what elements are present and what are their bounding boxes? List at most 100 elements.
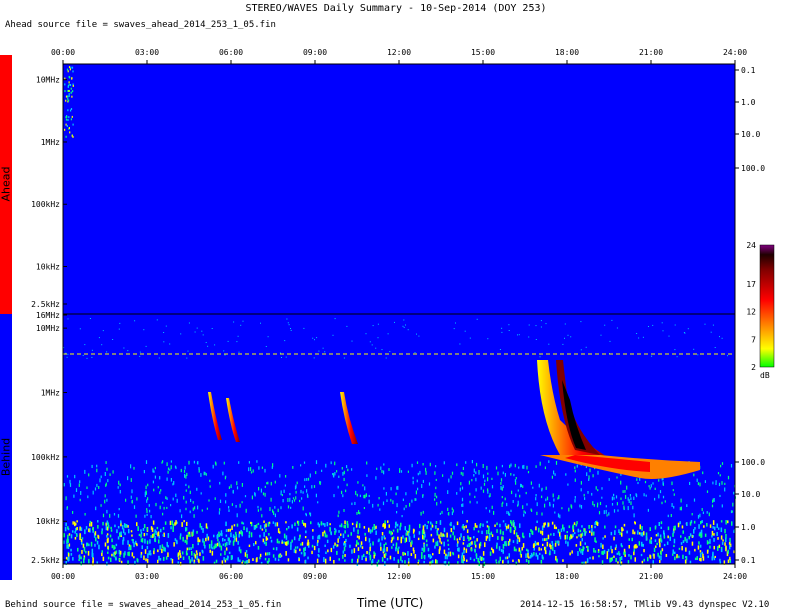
noise-pixel [105, 482, 107, 486]
noise-pixel [180, 333, 182, 335]
noise-pixel [509, 528, 512, 533]
noise-pixel [636, 494, 638, 498]
noise-pixel [267, 522, 270, 527]
noise-pixel [280, 490, 282, 493]
noise-pixel [624, 554, 626, 557]
noise-pixel [95, 506, 97, 511]
noise-pixel [496, 522, 498, 526]
noise-pixel [163, 546, 165, 552]
noise-pixel [260, 322, 261, 324]
noise-pixel [380, 546, 382, 551]
noise-pixel [674, 324, 676, 326]
noise-pixel [208, 544, 211, 549]
noise-pixel [92, 527, 94, 532]
noise-pixel [650, 484, 652, 488]
noise-pixel [567, 334, 569, 336]
noise-pixel [124, 532, 126, 536]
noise-pixel [343, 477, 345, 482]
noise-pixel [144, 538, 146, 544]
noise-pixel [474, 495, 476, 499]
noise-pixel [169, 468, 171, 471]
noise-pixel [123, 523, 126, 528]
noise-pixel [74, 537, 77, 540]
noise-pixel [589, 556, 591, 560]
noise-pixel [285, 356, 287, 358]
noise-pixel [291, 524, 293, 529]
noise-pixel [277, 528, 280, 533]
noise-pixel [175, 539, 178, 544]
noise-pixel [351, 340, 353, 342]
noise-pixel [460, 482, 462, 486]
noise-pixel [104, 499, 106, 504]
noise-pixel [674, 551, 676, 555]
noise-pixel [727, 549, 729, 554]
noise-pixel [110, 529, 113, 532]
noise-pixel [569, 552, 571, 556]
noise-pixel [549, 503, 551, 507]
noise-pixel [147, 483, 149, 487]
noise-pixel [395, 542, 398, 545]
noise-pixel [453, 328, 455, 330]
noise-pixel [220, 553, 222, 556]
noise-pixel [86, 357, 88, 359]
noise-pixel [526, 465, 528, 470]
noise-pixel [404, 539, 406, 543]
noise-pixel [491, 485, 494, 489]
x-tick-label-top: 00:00 [51, 48, 75, 57]
noise-pixel [236, 513, 238, 518]
noise-pixel [502, 536, 504, 540]
noise-pixel [440, 541, 443, 545]
noise-pixel [447, 551, 450, 557]
noise-pixel [660, 537, 662, 542]
noise-pixel [506, 556, 509, 560]
noise-pixel [476, 538, 478, 542]
noise-pixel [611, 319, 613, 321]
noise-pixel [186, 521, 188, 526]
noise-pixel [626, 485, 628, 490]
noise-pixel [94, 543, 96, 547]
noise-pixel [250, 521, 252, 524]
noise-pixel [117, 526, 120, 529]
noise-pixel [380, 466, 382, 470]
noise-pixel [79, 498, 81, 502]
noise-pixel [288, 324, 290, 326]
noise-pixel [628, 538, 630, 541]
noise-pixel [235, 537, 238, 542]
noise-pixel [67, 534, 69, 539]
noise-pixel [553, 524, 556, 529]
noise-pixel [538, 483, 540, 488]
ahead-right-tick-label: 10.0 [741, 130, 760, 139]
noise-pixel [650, 540, 653, 545]
noise-pixel [400, 470, 403, 473]
noise-pixel [225, 534, 228, 537]
noise-pixel [394, 321, 395, 323]
noise-pixel [180, 468, 182, 473]
noise-pixel [118, 328, 120, 330]
x-tick-label-bottom: 15:00 [471, 572, 495, 581]
noise-pixel [474, 523, 477, 528]
noise-pixel [579, 541, 582, 546]
noise-pixel [104, 542, 107, 547]
noise-pixel [293, 499, 296, 502]
noise-pixel [379, 508, 381, 511]
noise-pixel [80, 527, 83, 532]
noise-pixel [417, 537, 420, 541]
noise-pixel [135, 542, 138, 546]
noise-pixel [560, 528, 563, 533]
noise-pixel [202, 556, 205, 561]
noise-pixel [447, 539, 449, 542]
noise-pixel [385, 492, 387, 496]
noise-pixel [312, 529, 314, 532]
noise-pixel [422, 479, 424, 483]
noise-pixel [439, 548, 441, 551]
noise-pixel [701, 508, 703, 512]
noise-pixel [296, 546, 299, 549]
noise-pixel [281, 494, 283, 497]
noise-pixel [486, 520, 488, 524]
noise-pixel [238, 546, 241, 552]
noise-pixel [346, 483, 348, 487]
noise-pixel [714, 526, 716, 531]
noise-pixel [637, 481, 639, 485]
noise-pixel [489, 509, 491, 513]
noise-pixel [287, 558, 290, 562]
